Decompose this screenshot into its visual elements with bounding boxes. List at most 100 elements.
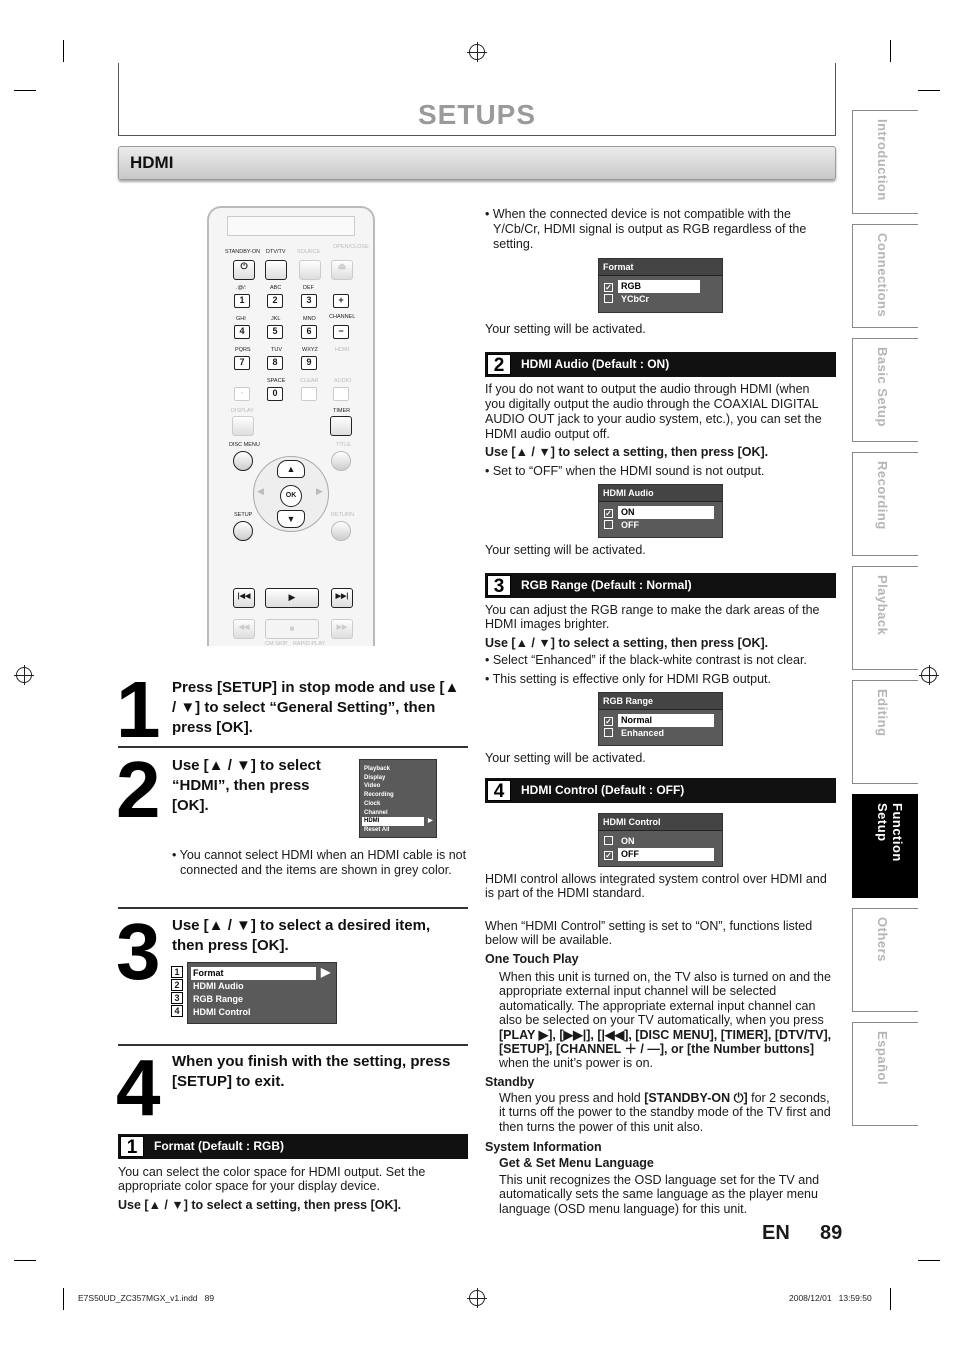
format-result: Your setting will be activated. bbox=[485, 322, 646, 336]
checkbox-checked-icon: ✓ bbox=[604, 717, 613, 726]
tab-editing[interactable]: Editing bbox=[852, 680, 918, 784]
tab-others[interactable]: Others bbox=[852, 908, 918, 1012]
crop-mark bbox=[890, 1288, 891, 1310]
crop-mark bbox=[14, 1260, 36, 1261]
source-button bbox=[299, 260, 321, 280]
right-arrow-button: ▶ bbox=[316, 486, 323, 496]
format-section-header: 1 Format (Default : RGB) bbox=[118, 1134, 468, 1159]
section-header: HDMI bbox=[118, 146, 836, 180]
crop-mark bbox=[63, 1288, 64, 1310]
dot-key: · bbox=[234, 387, 250, 401]
registration-mark bbox=[14, 665, 34, 685]
step-4-text: When you finish with the setting, press … bbox=[172, 1053, 451, 1090]
option-on: ON bbox=[599, 835, 722, 848]
rgb-range-note-1: • Select “Enhanced” if the black-white c… bbox=[485, 653, 807, 667]
step-1-text: Press [SETUP] in stop mode and use [▲ / … bbox=[172, 679, 460, 736]
step-number-4: 4 bbox=[116, 1043, 160, 1132]
hdmi-menu-panel: Format ▶ HDMI Audio RGB Range HDMI Contro… bbox=[187, 962, 337, 1024]
option-menu-header: HDMI Audio bbox=[599, 485, 722, 502]
section-number: 2 bbox=[487, 354, 511, 376]
tab-introduction[interactable]: Introduction bbox=[852, 110, 918, 214]
setup-button bbox=[233, 521, 253, 541]
option-rgb: ✓ RGB bbox=[599, 280, 722, 293]
page-number: 89 bbox=[820, 1222, 843, 1244]
fast-forward-button: ▶▶ bbox=[331, 619, 353, 639]
menu-item: Video bbox=[364, 783, 381, 790]
tab-recording[interactable]: Recording bbox=[852, 452, 918, 556]
channel-label: CHANNEL bbox=[329, 314, 356, 320]
key-2: 2 bbox=[267, 294, 283, 308]
standby-text: When you press and hold [STANDBY-ON ⏻] f… bbox=[499, 1091, 831, 1134]
remote-display-window bbox=[227, 216, 355, 236]
standby-on-label: STANDBY-ON bbox=[225, 249, 261, 255]
option-normal: ✓ Normal bbox=[599, 714, 722, 727]
step-number-1: 1 bbox=[116, 665, 160, 754]
title-label: TITLE bbox=[336, 442, 351, 448]
setup-label: SETUP bbox=[234, 512, 253, 518]
section-number: 4 bbox=[487, 780, 511, 802]
title-button bbox=[331, 451, 351, 471]
up-arrow-button: ▲ bbox=[277, 460, 305, 478]
key-6-sub: MNO bbox=[303, 316, 316, 322]
format-instruction: Use [▲ / ▼] to select a setting, then pr… bbox=[118, 1198, 402, 1212]
checkbox-checked-icon: ✓ bbox=[604, 851, 613, 860]
menu-item: Channel bbox=[364, 809, 388, 816]
menu-item: HDMI Audio bbox=[193, 981, 244, 991]
option-ycbcr: YCbCr bbox=[599, 293, 722, 306]
format-description: You can select the color space for HDMI … bbox=[118, 1165, 426, 1193]
key-4: 4 bbox=[234, 325, 250, 339]
section-title: HDMI Control (Default : OFF) bbox=[521, 783, 685, 797]
audio-label: AUDIO bbox=[334, 378, 352, 384]
option-off: OFF bbox=[599, 519, 722, 532]
menu-item: Display bbox=[364, 774, 386, 781]
tab-basic-setup[interactable]: Basic Setup bbox=[852, 338, 918, 442]
key-3: 3 bbox=[301, 294, 317, 308]
cm-skip-label: CM SKIP bbox=[265, 641, 288, 647]
tab-connections[interactable]: Connections bbox=[852, 224, 918, 328]
disc-menu-button bbox=[233, 451, 253, 471]
menu-number-column: 1 2 3 4 bbox=[171, 966, 183, 1017]
hdmi-control-description-2: When “HDMI Control” setting is set to “O… bbox=[485, 919, 813, 947]
key-0: 0 bbox=[267, 387, 283, 401]
item-number: 4 bbox=[171, 1005, 183, 1017]
key-9: 9 bbox=[301, 356, 317, 370]
option-menu-header: HDMI Control bbox=[599, 814, 722, 831]
open-close-button: ⏏ bbox=[331, 260, 353, 280]
item-number: 1 bbox=[171, 966, 183, 978]
return-label: RETURN bbox=[331, 512, 354, 518]
menu-item: RGB Range bbox=[193, 994, 244, 1004]
step-2-note: • You cannot select HDMI when an HDMI ca… bbox=[172, 848, 467, 877]
channel-up-button: + bbox=[333, 294, 349, 308]
key-1: 1 bbox=[234, 294, 250, 308]
footer-date-info: 2008/12/01 13:59:50 bbox=[789, 1293, 872, 1303]
footer-file-info: E7S50UD_ZC357MGX_v1.indd 89 bbox=[78, 1293, 215, 1303]
checkbox-icon bbox=[604, 520, 613, 529]
system-information-title: System Information bbox=[485, 1140, 602, 1154]
menu-item: HDMI Control bbox=[193, 1007, 251, 1017]
rgb-range-instruction: Use [▲ / ▼] to select a setting, then pr… bbox=[485, 636, 769, 650]
skip-back-button: |◀◀ bbox=[233, 588, 255, 608]
display-label: DISPLAY bbox=[231, 408, 254, 414]
tab-espanol[interactable]: Español bbox=[852, 1022, 918, 1126]
rgb-range-result: Your setting will be activated. bbox=[485, 751, 646, 765]
standby-on-button: ⏻ bbox=[233, 260, 255, 280]
item-number: 3 bbox=[171, 992, 183, 1004]
down-arrow-button: ▼ bbox=[277, 510, 305, 528]
hdmi-key-label: HDMI bbox=[335, 347, 350, 353]
tab-function-setup[interactable]: Function Setup bbox=[852, 794, 918, 898]
option-menu-header: Format bbox=[599, 259, 722, 276]
divider bbox=[118, 746, 468, 748]
key-8: 8 bbox=[267, 356, 283, 370]
crop-mark bbox=[918, 90, 940, 91]
checkbox-icon bbox=[604, 728, 613, 737]
hdmi-control-option-menu: HDMI Control ON ✓ OFF bbox=[598, 813, 723, 867]
clear-button bbox=[301, 387, 317, 401]
divider bbox=[118, 1044, 468, 1046]
step-3-text: Use [▲ / ▼] to select a desired item, th… bbox=[172, 917, 431, 954]
hdmi-item-menu: 1 2 3 4 Format ▶ HDMI Audio RGB Range HDM… bbox=[171, 962, 337, 1024]
section-number: 3 bbox=[487, 575, 511, 597]
crop-mark bbox=[918, 1260, 940, 1261]
page-title: SETUPS bbox=[417, 99, 537, 130]
option-enhanced: Enhanced bbox=[599, 727, 722, 740]
tab-playback[interactable]: Playback bbox=[852, 566, 918, 670]
